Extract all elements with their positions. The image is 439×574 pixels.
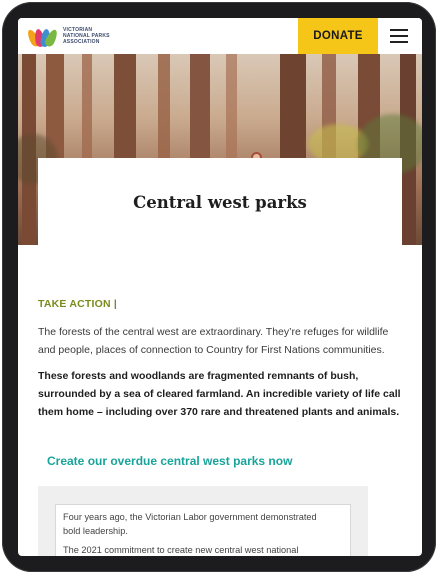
hamburger-menu-icon[interactable]	[388, 26, 412, 46]
main-content: TAKE ACTION | The forests of the central…	[38, 298, 402, 421]
take-action-label: TAKE ACTION |	[38, 298, 118, 310]
letter-panel: Four years ago, the Victorian Labor gove…	[38, 486, 368, 556]
page-title-card: Central west parks	[38, 158, 402, 246]
intro-paragraph: The forests of the central west are extr…	[38, 326, 389, 356]
letter-textarea[interactable]: Four years ago, the Victorian Labor gove…	[55, 504, 351, 556]
logo-wordmark: VICTORIAN NATIONAL PARKS ASSOCIATION	[63, 27, 110, 45]
letter-line-1: Four years ago, the Victorian Labor gove…	[63, 512, 317, 536]
page-title: Central west parks	[133, 192, 307, 212]
logo-line-3: ASSOCIATION	[63, 39, 100, 45]
tablet-frame: VICTORIAN NATIONAL PARKS ASSOCIATION DON…	[2, 2, 436, 572]
logo-leaves-icon	[25, 23, 60, 49]
vnpa-logo[interactable]: VICTORIAN NATIONAL PARKS ASSOCIATION	[25, 23, 138, 49]
cta-link[interactable]: Create our overdue central west parks no…	[47, 454, 292, 468]
bold-paragraph: These forests and woodlands are fragment…	[38, 370, 401, 418]
letter-line-2: The 2021 commitment to create new centra…	[63, 545, 299, 555]
site-header: VICTORIAN NATIONAL PARKS ASSOCIATION DON…	[18, 18, 422, 54]
donate-button[interactable]: DONATE	[298, 18, 378, 54]
browser-viewport: VICTORIAN NATIONAL PARKS ASSOCIATION DON…	[18, 18, 422, 556]
